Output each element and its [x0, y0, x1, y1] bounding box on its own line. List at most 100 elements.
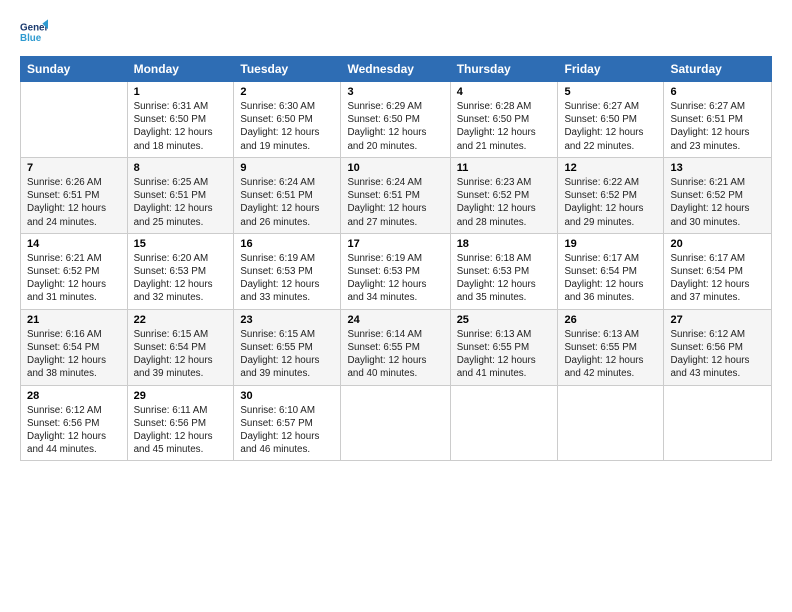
calendar-cell — [450, 385, 558, 461]
day-content: Sunrise: 6:13 AMSunset: 6:55 PMDaylight:… — [564, 328, 657, 381]
calendar-cell: 22 Sunrise: 6:15 AMSunset: 6:54 PMDayligh… — [127, 309, 234, 385]
day-content: Sunrise: 6:12 AMSunset: 6:56 PMDaylight:… — [670, 328, 765, 381]
day-number: 30 — [240, 390, 334, 402]
calendar-cell: 14Sunrise: 6:21 AMSunset: 6:52 PMDayligh… — [21, 233, 128, 309]
day-content: Sunrise: 6:16 AMSunset: 6:54 PMDaylight:… — [27, 328, 121, 381]
day-number: 16 — [240, 238, 334, 250]
day-content: Sunrise: 6:19 AMSunset: 6:53 PMDaylight:… — [347, 252, 443, 305]
day-content: Sunrise: 6:19 AMSunset: 6:53 PMDaylight:… — [240, 252, 334, 305]
calendar-cell: 6 Sunrise: 6:27 AMSunset: 6:51 PMDaylight… — [664, 82, 772, 158]
calendar-cell: 11 Sunrise: 6:23 AMSunset: 6:52 PMDayligh… — [450, 157, 558, 233]
week-row-3: 14Sunrise: 6:21 AMSunset: 6:52 PMDayligh… — [21, 233, 772, 309]
calendar-cell: 7 Sunrise: 6:26 AMSunset: 6:51 PMDaylight… — [21, 157, 128, 233]
day-number: 29 — [134, 390, 228, 402]
calendar-cell — [558, 385, 664, 461]
day-content: Sunrise: 6:31 AMSunset: 6:50 PMDaylight:… — [134, 100, 228, 153]
calendar-cell — [341, 385, 450, 461]
week-row-1: 1 Sunrise: 6:31 AMSunset: 6:50 PMDaylight… — [21, 82, 772, 158]
calendar-cell: 15 Sunrise: 6:20 AMSunset: 6:53 PMDayligh… — [127, 233, 234, 309]
calendar-cell: 29 Sunrise: 6:11 AMSunset: 6:56 PMDayligh… — [127, 385, 234, 461]
calendar-cell: 27 Sunrise: 6:12 AMSunset: 6:56 PMDayligh… — [664, 309, 772, 385]
day-content: Sunrise: 6:20 AMSunset: 6:53 PMDaylight:… — [134, 252, 228, 305]
day-number: 12 — [564, 162, 657, 174]
day-content: Sunrise: 6:17 AMSunset: 6:54 PMDaylight:… — [670, 252, 765, 305]
day-content: Sunrise: 6:27 AMSunset: 6:50 PMDaylight:… — [564, 100, 657, 153]
calendar-cell: 10Sunrise: 6:24 AMSunset: 6:51 PMDayligh… — [341, 157, 450, 233]
day-number: 23 — [240, 314, 334, 326]
day-content: Sunrise: 6:11 AMSunset: 6:56 PMDaylight:… — [134, 404, 228, 457]
day-number: 1 — [134, 86, 228, 98]
calendar-cell: 18 Sunrise: 6:18 AMSunset: 6:53 PMDayligh… — [450, 233, 558, 309]
day-number: 22 — [134, 314, 228, 326]
calendar-cell: 12Sunrise: 6:22 AMSunset: 6:52 PMDayligh… — [558, 157, 664, 233]
calendar-table: SundayMondayTuesdayWednesdayThursdayFrid… — [20, 56, 772, 461]
day-number: 18 — [457, 238, 552, 250]
calendar-cell — [21, 82, 128, 158]
day-content: Sunrise: 6:10 AMSunset: 6:57 PMDaylight:… — [240, 404, 334, 457]
calendar-cell: 23 Sunrise: 6:15 AMSunset: 6:55 PMDayligh… — [234, 309, 341, 385]
calendar-cell: 13Sunrise: 6:21 AMSunset: 6:52 PMDayligh… — [664, 157, 772, 233]
week-row-4: 21 Sunrise: 6:16 AMSunset: 6:54 PMDayligh… — [21, 309, 772, 385]
day-content: Sunrise: 6:17 AMSunset: 6:54 PMDaylight:… — [564, 252, 657, 305]
header-friday: Friday — [558, 57, 664, 82]
svg-text:Blue: Blue — [20, 33, 42, 44]
page-header: General Blue — [20, 18, 772, 46]
day-content: Sunrise: 6:26 AMSunset: 6:51 PMDaylight:… — [27, 176, 121, 229]
day-number: 7 — [27, 162, 121, 174]
day-number: 10 — [347, 162, 443, 174]
header-thursday: Thursday — [450, 57, 558, 82]
day-content: Sunrise: 6:25 AMSunset: 6:51 PMDaylight:… — [134, 176, 228, 229]
day-content: Sunrise: 6:21 AMSunset: 6:52 PMDaylight:… — [27, 252, 121, 305]
header-wednesday: Wednesday — [341, 57, 450, 82]
logo: General Blue — [20, 18, 54, 46]
day-content: Sunrise: 6:14 AMSunset: 6:55 PMDaylight:… — [347, 328, 443, 381]
day-number: 26 — [564, 314, 657, 326]
logo-icon: General Blue — [20, 18, 48, 46]
header-sunday: Sunday — [21, 57, 128, 82]
header-monday: Monday — [127, 57, 234, 82]
calendar-cell: 4Sunrise: 6:28 AMSunset: 6:50 PMDaylight… — [450, 82, 558, 158]
calendar-cell: 26 Sunrise: 6:13 AMSunset: 6:55 PMDayligh… — [558, 309, 664, 385]
day-number: 6 — [670, 86, 765, 98]
day-content: Sunrise: 6:23 AMSunset: 6:52 PMDaylight:… — [457, 176, 552, 229]
calendar-cell: 24 Sunrise: 6:14 AMSunset: 6:55 PMDayligh… — [341, 309, 450, 385]
day-number: 21 — [27, 314, 121, 326]
day-content: Sunrise: 6:18 AMSunset: 6:53 PMDaylight:… — [457, 252, 552, 305]
day-number: 5 — [564, 86, 657, 98]
day-number: 24 — [347, 314, 443, 326]
calendar-cell: 17Sunrise: 6:19 AMSunset: 6:53 PMDayligh… — [341, 233, 450, 309]
day-number: 25 — [457, 314, 552, 326]
calendar-cell: 21 Sunrise: 6:16 AMSunset: 6:54 PMDayligh… — [21, 309, 128, 385]
day-content: Sunrise: 6:21 AMSunset: 6:52 PMDaylight:… — [670, 176, 765, 229]
day-content: Sunrise: 6:30 AMSunset: 6:50 PMDaylight:… — [240, 100, 334, 153]
day-number: 15 — [134, 238, 228, 250]
calendar-cell: 20 Sunrise: 6:17 AMSunset: 6:54 PMDayligh… — [664, 233, 772, 309]
day-number: 28 — [27, 390, 121, 402]
day-number: 2 — [240, 86, 334, 98]
day-content: Sunrise: 6:27 AMSunset: 6:51 PMDaylight:… — [670, 100, 765, 153]
calendar-cell: 8 Sunrise: 6:25 AMSunset: 6:51 PMDaylight… — [127, 157, 234, 233]
day-number: 11 — [457, 162, 552, 174]
calendar-header-row: SundayMondayTuesdayWednesdayThursdayFrid… — [21, 57, 772, 82]
calendar-cell: 25 Sunrise: 6:13 AMSunset: 6:55 PMDayligh… — [450, 309, 558, 385]
day-number: 27 — [670, 314, 765, 326]
calendar-cell: 1 Sunrise: 6:31 AMSunset: 6:50 PMDaylight… — [127, 82, 234, 158]
calendar-cell — [664, 385, 772, 461]
calendar-cell: 3Sunrise: 6:29 AMSunset: 6:50 PMDaylight… — [341, 82, 450, 158]
day-number: 8 — [134, 162, 228, 174]
day-content: Sunrise: 6:15 AMSunset: 6:54 PMDaylight:… — [134, 328, 228, 381]
calendar-cell: 5 Sunrise: 6:27 AMSunset: 6:50 PMDaylight… — [558, 82, 664, 158]
day-content: Sunrise: 6:15 AMSunset: 6:55 PMDaylight:… — [240, 328, 334, 381]
day-content: Sunrise: 6:13 AMSunset: 6:55 PMDaylight:… — [457, 328, 552, 381]
calendar-cell: 28 Sunrise: 6:12 AMSunset: 6:56 PMDayligh… — [21, 385, 128, 461]
day-content: Sunrise: 6:28 AMSunset: 6:50 PMDaylight:… — [457, 100, 552, 153]
day-number: 9 — [240, 162, 334, 174]
day-number: 3 — [347, 86, 443, 98]
day-content: Sunrise: 6:12 AMSunset: 6:56 PMDaylight:… — [27, 404, 121, 457]
week-row-2: 7 Sunrise: 6:26 AMSunset: 6:51 PMDaylight… — [21, 157, 772, 233]
header-tuesday: Tuesday — [234, 57, 341, 82]
calendar-cell: 9 Sunrise: 6:24 AMSunset: 6:51 PMDaylight… — [234, 157, 341, 233]
day-number: 20 — [670, 238, 765, 250]
day-number: 19 — [564, 238, 657, 250]
day-content: Sunrise: 6:24 AMSunset: 6:51 PMDaylight:… — [240, 176, 334, 229]
